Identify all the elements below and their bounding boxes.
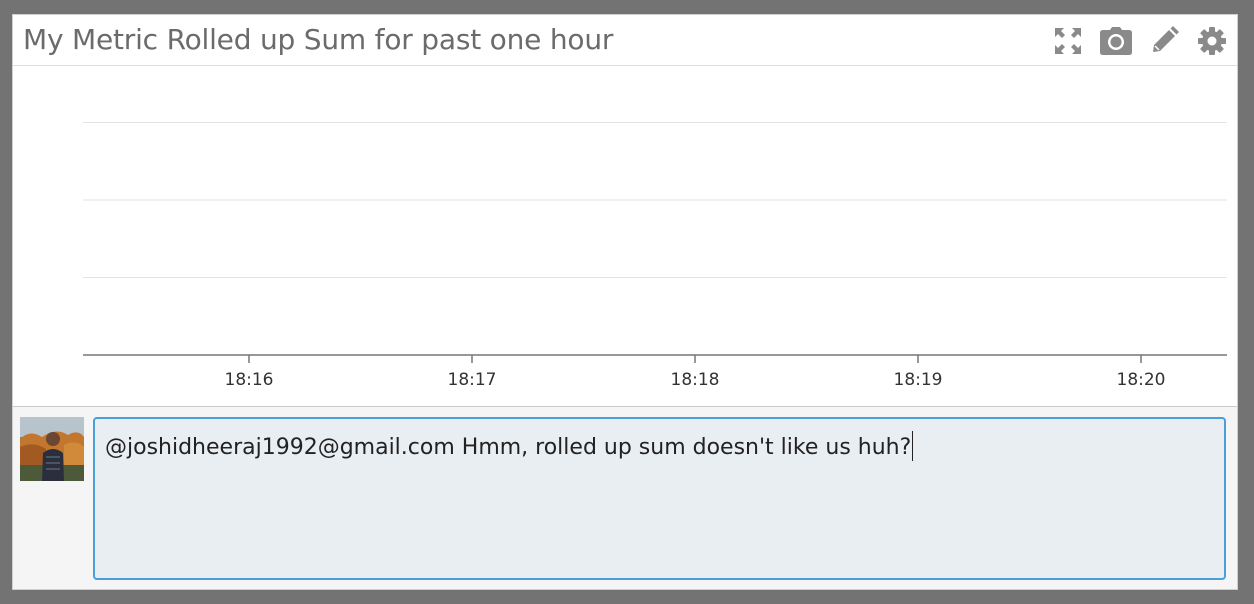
timeseries-chart: 18:16 18:17 18:18 18:19 18:20 [83,122,1227,390]
x-tick-label: 18:19 [894,370,943,390]
widget-title: My Metric Rolled up Sum for past one hou… [23,23,614,56]
expand-icon [1055,28,1081,54]
gear-icon [1198,27,1226,55]
chart-area: 18:16 18:17 18:18 18:19 18:20 [13,66,1237,406]
widget-toolbar [1051,25,1229,57]
pencil-icon [1153,26,1179,52]
expand-button[interactable] [1051,25,1085,57]
comment-text: @joshidheeraj1992@gmail.com Hmm, rolled … [105,435,912,460]
x-tick-label: 18:20 [1117,370,1166,390]
widget-header: My Metric Rolled up Sum for past one hou… [13,15,1237,66]
user-avatar-image [20,417,84,481]
comment-section: @joshidheeraj1992@gmail.com Hmm, rolled … [13,406,1237,589]
x-tick-label: 18:18 [671,370,720,390]
settings-button[interactable] [1195,25,1229,57]
comment-input[interactable]: @joshidheeraj1992@gmail.com Hmm, rolled … [93,417,1226,580]
x-tick-label: 18:16 [225,370,274,390]
edit-button[interactable] [1147,25,1181,57]
avatar [20,417,84,481]
snapshot-button[interactable] [1099,25,1133,57]
camera-icon [1100,27,1132,55]
text-caret [912,431,914,461]
x-tick-label: 18:17 [448,370,497,390]
metric-widget: My Metric Rolled up Sum for past one hou… [12,14,1238,590]
